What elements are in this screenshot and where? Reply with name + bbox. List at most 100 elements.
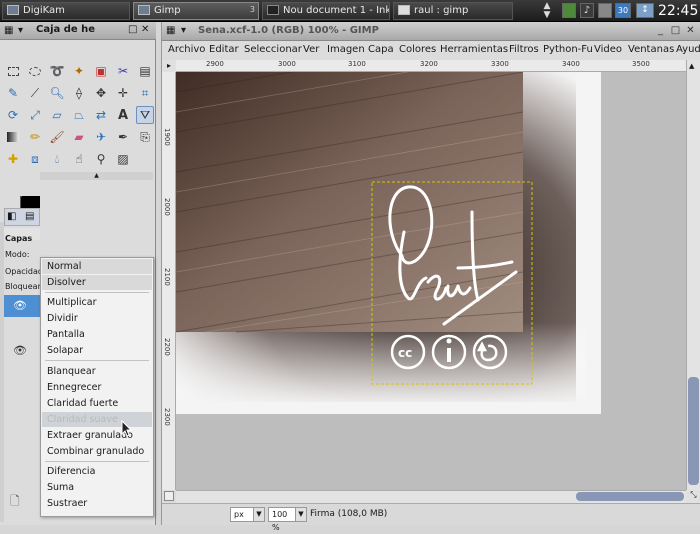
menu-item-screen[interactable]: Pantalla [42,327,152,342]
menu-item-dissolve[interactable]: Disolver [42,275,152,290]
volume-icon[interactable]: ♪ [580,3,594,18]
menu-item-burn[interactable]: Ennegrecer [42,380,152,395]
color-picker-tool-icon[interactable]: ⟋ [26,84,44,102]
align-tool-icon[interactable]: ✛ [114,84,132,102]
task-gimp[interactable]: Gimp 3 [133,2,259,20]
chevron-down-icon[interactable]: ▼ [253,507,265,522]
image-content[interactable]: cc [176,72,686,490]
menu-item-normal[interactable]: Normal [42,259,152,274]
ink-tool-icon[interactable]: ✒ [114,128,132,146]
menu-item-grain-merge[interactable]: Combinar granulado [42,444,152,459]
measure-tool-icon[interactable]: ⟠ [70,84,88,102]
menu-item-dodge[interactable]: Blanquear [42,364,152,379]
blur-tool-icon[interactable]: 💧︎ [48,150,66,168]
chevron-down-icon[interactable]: ▼ [295,507,307,522]
blend-tool-icon[interactable] [4,128,22,146]
menu-imagen[interactable]: Imagen [327,44,365,55]
calendar-icon[interactable]: 30 [615,3,631,18]
menu-herramientas[interactable]: Herramientas [440,44,508,55]
minimize-icon[interactable]: ▾ [18,25,23,36]
layer-row-signature[interactable]: 👁︎ [4,295,40,317]
network-icon[interactable] [598,3,612,18]
menu-seleccionar[interactable]: Seleccionar [244,44,302,55]
menu-editar[interactable]: Editar [209,44,239,55]
zoom-tool-icon[interactable]: 🔍︎ [48,84,66,102]
task-digikam[interactable]: DigiKam [2,2,130,20]
eraser-tool-icon[interactable]: ▰ [70,128,88,146]
close-icon[interactable]: ✕ [141,24,149,35]
quick-mask-menu-icon[interactable]: ▸ [162,60,176,72]
layers-dock-tabs[interactable]: ◧ ▤ [4,208,40,226]
menu-item-grain-extract[interactable]: Extraer granulado [42,428,152,443]
window-menu-icon[interactable]: ▦ [4,25,13,36]
menu-archivo[interactable]: Archivo [168,44,205,55]
perspective-tool-icon[interactable]: ⏢ [70,106,88,124]
navigate-icon[interactable] [164,491,174,501]
zoom-selector[interactable]: 100 % [268,507,296,532]
maximize-icon[interactable]: □ [669,25,682,37]
menu-ventanas[interactable]: Ventanas [628,44,674,55]
image-canvas[interactable]: cc [176,72,686,490]
new-layer-icon[interactable]: 🗋 [10,492,20,513]
paintbrush-tool-icon[interactable]: 🖌︎ [48,128,66,146]
horizontal-ruler[interactable]: 2900 3000 3100 3200 3300 3400 3500 [176,60,686,72]
task-inkscape[interactable]: Nou document 1 - Inksca [262,2,390,20]
menu-colores[interactable]: Colores [399,44,436,55]
text-tool-icon[interactable]: A [114,106,132,124]
zoom-image-icon[interactable]: ⤡ [686,490,700,503]
maximize-icon[interactable]: □ [128,24,137,35]
fuzzy-select-tool-icon[interactable]: ✦ [70,62,88,80]
heal-tool-icon[interactable]: ✚ [4,150,22,168]
battery-icon[interactable] [562,3,576,18]
menu-ver[interactable]: Ver [303,44,319,55]
paths-tool-icon[interactable]: ✎ [4,84,22,102]
dodge-burn-tool-icon[interactable]: ⚲ [92,150,110,168]
channels-tab-icon[interactable]: ▤ [25,211,34,222]
menu-ayuda[interactable]: Ayud [676,44,700,55]
select-by-color-tool-icon[interactable]: ▣ [92,62,110,80]
scissors-tool-icon[interactable]: ✂ [114,62,132,80]
dock-handle[interactable] [0,222,4,522]
shade-icon[interactable]: ▾ [181,25,186,36]
pencil-tool-icon[interactable]: ✏ [26,128,44,146]
toolbox-collapse-arrow-icon[interactable]: ▲ [40,172,153,180]
shear-tool-icon[interactable]: ▱ [48,106,66,124]
horizontal-scrollbar-thumb[interactable] [576,492,684,501]
flip-tool-icon[interactable]: ⇄ [92,106,110,124]
vertical-scrollbar-thumb[interactable] [688,377,699,485]
task-raul-gimp[interactable]: raul : gimp [393,2,513,20]
visibility-eye-icon[interactable]: 👁︎ [13,344,27,357]
smudge-tool-icon[interactable]: ☝ [70,150,88,168]
crop-tool-icon[interactable]: ⌗ [136,84,154,102]
ellipse-select-tool-icon[interactable] [26,62,44,80]
layers-tab-icon[interactable]: ◧ [7,211,16,222]
menu-item-subtract[interactable]: Sustraer [42,496,152,511]
visibility-eye-icon[interactable]: 👁︎ [13,299,27,312]
menu-video[interactable]: Video [594,44,622,55]
perspective-clone-tool-icon[interactable]: ⧈ [26,150,44,168]
cage-tool-icon[interactable]: ▨ [114,150,132,168]
move-tool-icon[interactable]: ✥ [92,84,110,102]
scroll-up-icon[interactable]: ▲ [689,62,694,70]
layer-row-background[interactable]: 👁︎ [4,340,40,362]
menu-filtros[interactable]: Filtros [509,44,539,55]
menu-python-fu[interactable]: Python-Fu [543,44,593,55]
menu-item-difference[interactable]: Diferencia [42,464,152,479]
airbrush-tool-icon[interactable]: ✈ [92,128,110,146]
minimize-icon[interactable]: _ [654,25,667,37]
vertical-ruler[interactable]: 1900 2000 2100 2200 2300 [162,72,176,490]
scale-tool-icon[interactable]: ⤢ [26,106,44,124]
menu-item-soft-light[interactable]: Claridad suave [42,412,152,427]
menu-item-overlay[interactable]: Solapar [42,343,152,358]
pager-arrows-icon[interactable]: ▲ ▼ [540,2,554,20]
unit-selector[interactable]: px [230,507,254,522]
lasso-tool-icon[interactable]: ➰ [48,62,66,80]
menu-item-hard-light[interactable]: Claridad fuerte [42,396,152,411]
bucket-fill-tool-icon[interactable]: ⛛ [136,106,154,124]
menu-capa[interactable]: Capa [368,44,394,55]
updates-icon[interactable]: ↕ [636,3,654,18]
menu-item-addition[interactable]: Suma [42,480,152,495]
window-menu-icon[interactable]: ▦ [166,25,175,36]
close-icon[interactable]: ✕ [684,25,697,37]
clone-tool-icon[interactable]: ⎘ [136,128,154,146]
